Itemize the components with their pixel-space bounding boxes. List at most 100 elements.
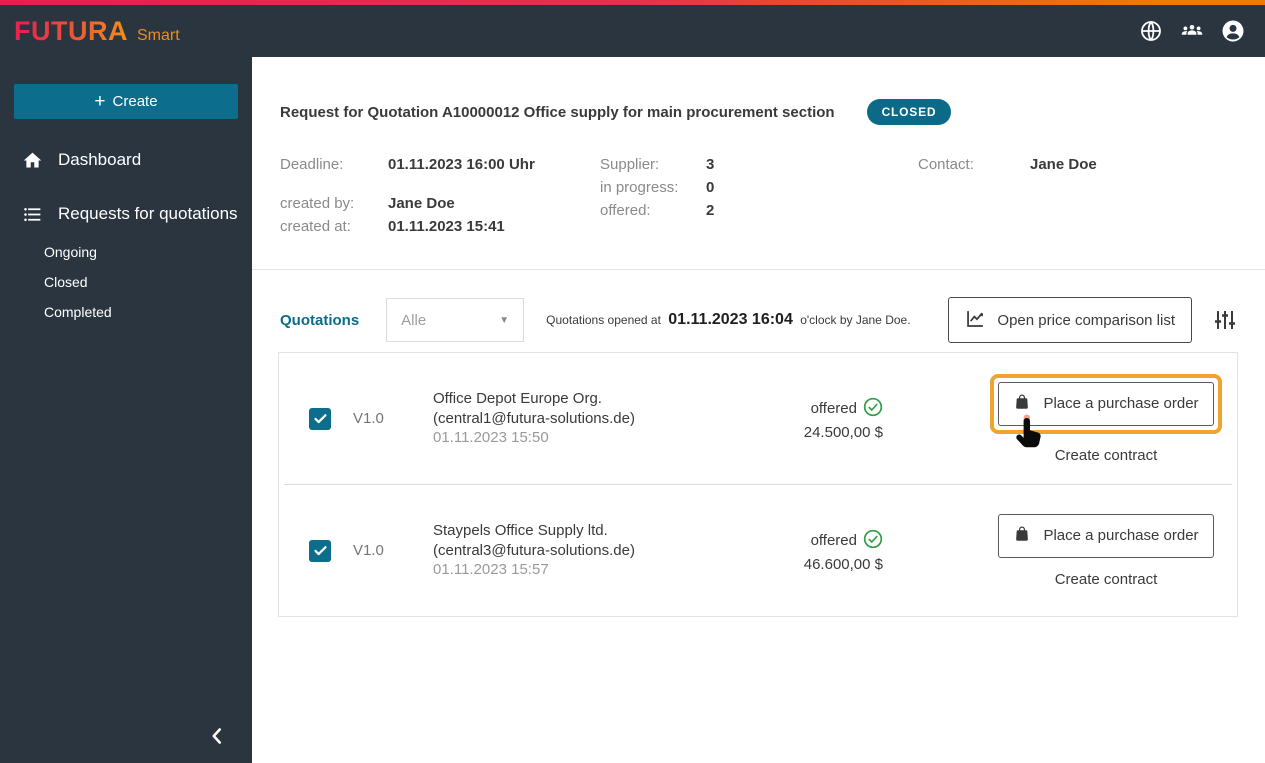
line-chart-icon [965, 308, 986, 333]
quotation-version: V1.0 [353, 410, 384, 427]
supplier-email: (central3@futura-solutions.de) [433, 541, 635, 559]
deadline-label: Deadline: [280, 156, 344, 173]
place-purchase-order-button[interactable]: Place a purchase order [998, 513, 1214, 558]
row-checkbox[interactable] [309, 539, 331, 562]
quotation-version: V1.0 [353, 542, 384, 559]
quotation-date: 01.11.2023 15:57 [433, 561, 549, 579]
sidebar-item-ongoing[interactable]: Ongoing [44, 237, 252, 267]
open-price-comparison-label: Open price comparison list [997, 311, 1175, 329]
detail-created-at: created at: 01.11.2023 15:41 [280, 215, 535, 238]
row-actions: Place a purchase order Create contract [997, 513, 1215, 588]
details-column-counts: Supplier: 3 in progress: 0 offered: 2 [600, 153, 714, 222]
check-circle-icon [863, 529, 883, 553]
quotation-status: offered 24.500,00 $ [763, 397, 883, 441]
sidebar-item-closed[interactable]: Closed [44, 267, 252, 297]
chevron-left-icon [204, 728, 230, 752]
supplier-name: Staypels Office Supply ltd. [433, 522, 608, 540]
sidebar-item-requests-for-quotations[interactable]: Requests for quotations [0, 201, 252, 227]
created-at-label: created at: [280, 218, 351, 235]
app-header: FUTURA Smart [0, 5, 1265, 57]
place-purchase-order-button[interactable]: Place a purchase order [998, 381, 1214, 426]
status-badge: CLOSED [866, 99, 952, 125]
account-icon[interactable] [1221, 19, 1245, 43]
detail-created-by: created by: Jane Doe [280, 192, 535, 215]
detail-supplier-count: Supplier: 3 [600, 153, 714, 176]
create-contract-link[interactable]: Create contract [1055, 447, 1158, 464]
logo-suffix: Smart [136, 26, 180, 44]
row-actions: Place a purchase order Create contract [990, 373, 1222, 464]
supplier-info: Office Depot Europe Org. (central1@futur… [433, 389, 733, 448]
chevron-down-icon: ▼ [499, 314, 510, 326]
in-progress-value: 0 [706, 179, 715, 196]
content-area: Request for Quotation A10000012 Office s… [252, 57, 1265, 763]
main-layout: + Create Dashboard Requests for quotatio… [0, 57, 1265, 763]
create-button[interactable]: + Create [14, 84, 238, 119]
list-icon [22, 204, 43, 225]
sidebar: + Create Dashboard Requests for quotatio… [0, 57, 252, 763]
quotations-filter-select[interactable]: Alle ▼ [386, 298, 525, 342]
create-contract-link[interactable]: Create contract [1055, 571, 1158, 588]
quotations-toolbar: Quotations Alle ▼ Quotations opened at 0… [280, 296, 1237, 344]
deadline-value: 01.11.2023 16:00 Uhr [388, 156, 535, 173]
supplier-name: Office Depot Europe Org. [433, 390, 602, 408]
opened-time: 01.11.2023 16:04 [668, 311, 793, 328]
home-icon [22, 150, 43, 171]
header-icons [1139, 19, 1245, 43]
opened-suffix: o'clock by Jane Doe. [800, 313, 911, 327]
filter-selected-value: Alle [401, 311, 427, 329]
offered-label: offered: [600, 202, 651, 219]
offered-value: 2 [706, 202, 715, 219]
app-logo: FUTURA Smart [14, 16, 180, 47]
page-title: Request for Quotation A10000012 Office s… [280, 103, 835, 121]
details-column-dates: Deadline: 01.11.2023 16:00 Uhr created b… [280, 153, 535, 238]
quotations-opened-text: Quotations opened at 01.11.2023 16:04 o'… [546, 311, 910, 329]
logo-text: FUTURA [14, 15, 128, 46]
globe-icon[interactable] [1139, 19, 1163, 43]
sidebar-item-dashboard[interactable]: Dashboard [0, 147, 252, 173]
filter-tune-icon[interactable] [1213, 308, 1237, 332]
section-divider [252, 269, 1265, 270]
place-purchase-order-label: Place a purchase order [1043, 527, 1199, 544]
shopping-bag-icon [1013, 525, 1031, 547]
supplier-label: Supplier: [600, 156, 660, 173]
annotation-highlight: Place a purchase order [990, 373, 1222, 447]
place-purchase-order-label: Place a purchase order [1043, 395, 1199, 412]
opened-prefix: Quotations opened at [546, 313, 661, 327]
quotations-section-label: Quotations [280, 311, 360, 329]
details-column-contact: Contact: Jane Doe [918, 153, 1097, 176]
sidebar-item-label: Requests for quotations [58, 204, 238, 223]
plus-icon: + [94, 91, 106, 112]
row-checkbox[interactable] [309, 407, 331, 430]
quotation-status: offered 46.600,00 $ [763, 529, 883, 573]
supplier-email: (central1@futura-solutions.de) [433, 409, 635, 427]
sidebar-collapse-button[interactable] [204, 723, 230, 749]
sidebar-item-label: Dashboard [58, 150, 142, 169]
quotation-price: 24.500,00 $ [803, 423, 883, 441]
detail-offered: offered: 2 [600, 199, 714, 222]
open-price-comparison-button[interactable]: Open price comparison list [948, 297, 1192, 343]
status-text: offered [810, 400, 857, 417]
detail-in-progress: in progress: 0 [600, 176, 714, 199]
sidebar-item-completed[interactable]: Completed [44, 297, 252, 327]
in-progress-label: in progress: [600, 179, 679, 196]
check-circle-icon [863, 397, 883, 421]
page: FUTURA Smart + Create Dashboard Requests… [0, 0, 1265, 763]
created-by-label: created by: [280, 195, 355, 212]
quotation-row: V1.0 Staypels Office Supply ltd. (centra… [279, 485, 1237, 616]
users-icon[interactable] [1180, 19, 1204, 43]
created-at-value: 01.11.2023 15:41 [388, 218, 505, 235]
contact-label: Contact: [918, 156, 974, 173]
sidebar-sublist: Ongoing Closed Completed [44, 237, 252, 327]
supplier-info: Staypels Office Supply ltd. (central3@fu… [433, 521, 733, 580]
created-by-value: Jane Doe [388, 195, 455, 212]
shopping-bag-icon [1013, 393, 1031, 415]
supplier-value: 3 [706, 156, 715, 173]
quotation-row: V1.0 Office Depot Europe Org. (central1@… [279, 353, 1237, 484]
contact-value: Jane Doe [1030, 156, 1097, 173]
rfq-details: Deadline: 01.11.2023 16:00 Uhr created b… [280, 153, 1237, 243]
quotation-price: 46.600,00 $ [803, 555, 883, 573]
rfq-header: Request for Quotation A10000012 Office s… [280, 99, 1237, 125]
quotation-date: 01.11.2023 15:50 [433, 429, 549, 447]
detail-deadline: Deadline: 01.11.2023 16:00 Uhr [280, 153, 535, 176]
create-button-label: Create [112, 93, 158, 110]
